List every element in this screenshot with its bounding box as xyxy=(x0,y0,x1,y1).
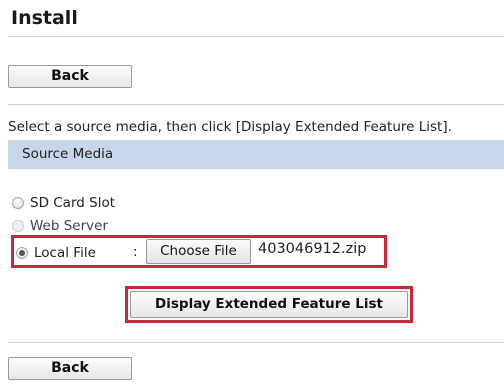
radio-button-local-file[interactable] xyxy=(16,247,28,259)
title-divider xyxy=(8,36,504,37)
choose-file-button[interactable]: Choose File xyxy=(146,239,251,264)
radio-button-web-server xyxy=(12,220,24,232)
top-divider xyxy=(8,104,504,105)
selected-file-name: 403046912.zip xyxy=(258,241,367,257)
back-button-bottom[interactable]: Back xyxy=(8,357,132,380)
back-button-top[interactable]: Back xyxy=(8,65,132,88)
instructions-text: Select a source media, then click [Displ… xyxy=(8,119,452,135)
radio-label-sd-card: SD Card Slot xyxy=(30,195,116,211)
radio-option-web-server: Web Server xyxy=(12,217,108,235)
bottom-divider xyxy=(8,342,504,343)
radio-label-local-file: Local File xyxy=(34,245,96,261)
radio-option-local-file[interactable]: Local File xyxy=(16,244,96,262)
section-title: Source Media xyxy=(22,146,114,162)
page-title: Install xyxy=(11,7,78,29)
radio-label-web-server: Web Server xyxy=(30,218,108,234)
file-separator: : xyxy=(133,244,138,260)
radio-button-sd-card[interactable] xyxy=(12,197,24,209)
display-extended-feature-list-button[interactable]: Display Extended Feature List xyxy=(130,291,408,318)
radio-option-sd-card[interactable]: SD Card Slot xyxy=(12,194,115,212)
source-media-header: Source Media xyxy=(8,140,504,169)
